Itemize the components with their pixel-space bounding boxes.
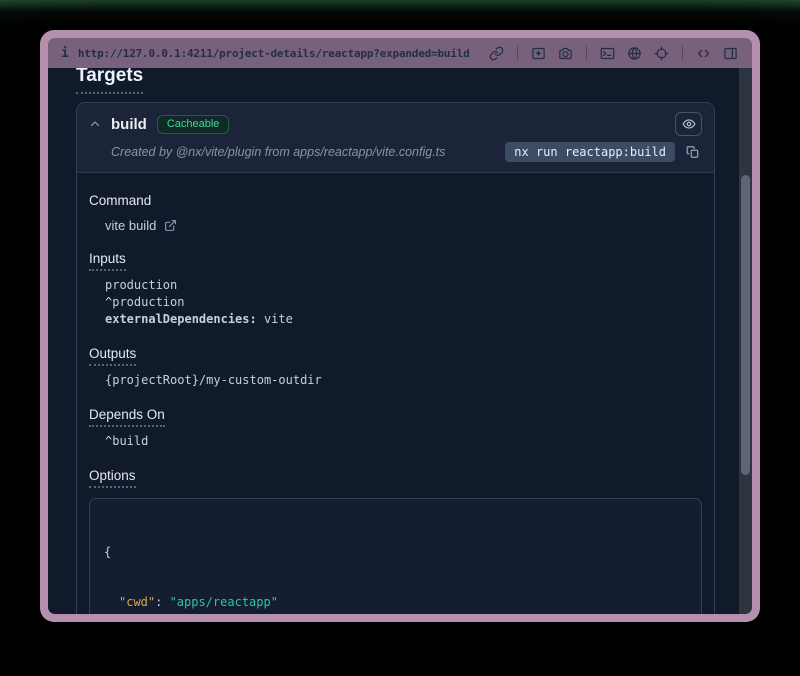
options-heading: Options xyxy=(89,468,136,488)
link-icon[interactable] xyxy=(488,45,505,62)
crosshair-icon[interactable] xyxy=(653,45,670,62)
command-heading: Command xyxy=(89,193,151,208)
targets-heading: Targets xyxy=(76,68,143,94)
created-by-text: Created by @nx/vite/plugin from apps/rea… xyxy=(111,145,496,159)
json-key: "cwd" xyxy=(119,595,155,609)
input-key: externalDependencies: xyxy=(105,312,257,326)
info-icon: i xyxy=(61,46,69,61)
camera-icon[interactable] xyxy=(557,45,574,62)
eye-icon xyxy=(682,117,696,131)
outputs-list: {projectRoot}/my-custom-outdir xyxy=(105,372,702,389)
json-line: { xyxy=(104,544,687,561)
input-item: production xyxy=(105,277,702,294)
browser-topbar: i http://127.0.0.1:4211/project-details/… xyxy=(48,38,752,68)
project-details-page: Targets build Cacheable xyxy=(48,68,739,614)
inputs-list: production ^production externalDependenc… xyxy=(105,277,702,328)
build-target-body: Command vite build Inputs production ^pr… xyxy=(77,173,714,614)
topbar-toolbar xyxy=(488,45,739,62)
copy-command-button[interactable] xyxy=(684,143,702,161)
input-item: ^production xyxy=(105,294,702,311)
command-value: vite build xyxy=(105,218,156,233)
toolbar-divider xyxy=(517,46,518,60)
download-icon[interactable] xyxy=(530,45,547,62)
target-name: build xyxy=(111,116,147,133)
desktop-background-glow xyxy=(0,0,800,30)
url-bar[interactable]: http://127.0.0.1:4211/project-details/re… xyxy=(78,47,488,60)
scrollbar-track[interactable] xyxy=(739,68,752,614)
toolbar-divider xyxy=(682,46,683,60)
inputs-heading: Inputs xyxy=(89,251,126,271)
page-viewport: Targets build Cacheable xyxy=(48,68,752,614)
globe-icon[interactable] xyxy=(626,45,643,62)
browser-window: i http://127.0.0.1:4211/project-details/… xyxy=(40,30,760,622)
code-icon[interactable] xyxy=(695,45,712,62)
depends-on-heading: Depends On xyxy=(89,407,165,427)
run-command-chip: nx run reactapp:build xyxy=(505,142,675,162)
json-line: "cwd": "apps/reactapp" xyxy=(104,594,687,611)
depends-on-list: ^build xyxy=(105,433,702,450)
terminal-icon[interactable] xyxy=(599,45,616,62)
input-item: externalDependencies: vite xyxy=(105,311,702,328)
view-target-button[interactable] xyxy=(675,112,702,136)
cacheable-badge: Cacheable xyxy=(157,115,230,134)
json-value: "apps/reactapp" xyxy=(170,595,278,609)
panel-icon[interactable] xyxy=(722,45,739,62)
outputs-heading: Outputs xyxy=(89,346,136,366)
build-target-header: build Cacheable Created by @nx/vite/plug… xyxy=(77,103,714,173)
output-item: {projectRoot}/my-custom-outdir xyxy=(105,372,702,389)
copy-icon xyxy=(686,145,700,159)
command-value-row: vite build xyxy=(105,218,702,233)
options-json-block: { "cwd": "apps/reactapp" } xyxy=(89,498,702,614)
external-link-icon xyxy=(164,219,177,232)
toolbar-divider xyxy=(586,46,587,60)
chevron-up-icon xyxy=(89,118,101,130)
build-target-card: build Cacheable Created by @nx/vite/plug… xyxy=(76,102,715,614)
build-target-toggle-row[interactable]: build Cacheable xyxy=(89,112,702,136)
scrollbar-thumb[interactable] xyxy=(741,175,750,475)
json-colon: : xyxy=(155,595,169,609)
open-config-link[interactable] xyxy=(164,219,178,233)
depends-on-item: ^build xyxy=(105,433,702,450)
build-target-subheader: Created by @nx/vite/plugin from apps/rea… xyxy=(89,142,702,162)
input-value: vite xyxy=(257,312,293,326)
